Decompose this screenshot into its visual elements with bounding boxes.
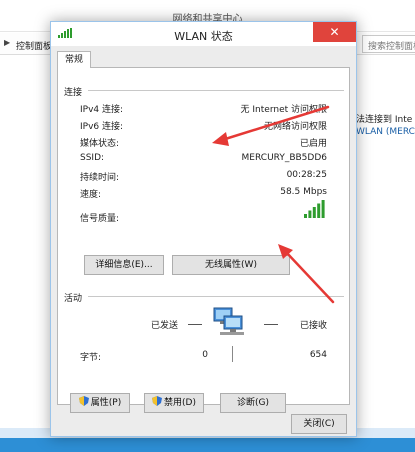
signal-bar bbox=[312, 207, 316, 218]
ssid-value: MERCURY_BB5DD6 bbox=[241, 153, 327, 163]
ssid-label: SSID: bbox=[80, 153, 105, 163]
disable-button-label: 禁用(D) bbox=[164, 398, 196, 408]
general-tab-panel: 连接 IPv4 连接: 无 Internet 访问权限 IPv6 连接: 无网络… bbox=[57, 67, 350, 413]
disable-button[interactable]: 禁用(D) bbox=[144, 393, 204, 413]
properties-button-label: 属性(P) bbox=[90, 398, 122, 408]
background-wlan-link[interactable]: WLAN (MERCU bbox=[356, 127, 415, 137]
speed-label: 速度: bbox=[80, 190, 102, 200]
bytes-received-value: 654 bbox=[309, 350, 327, 360]
signal-bar bbox=[308, 210, 312, 218]
activity-section-label: 活动 bbox=[64, 294, 83, 304]
ipv4-label: IPv4 连接: bbox=[80, 105, 124, 115]
sent-label: 已发送 bbox=[151, 321, 179, 331]
ipv4-value: 无 Internet 访问权限 bbox=[240, 105, 327, 115]
bytes-label: 字节: bbox=[80, 353, 102, 363]
diagnose-button[interactable]: 诊断(G) bbox=[220, 393, 286, 413]
received-dash bbox=[264, 324, 278, 325]
signal-bar bbox=[321, 200, 325, 218]
properties-button[interactable]: 属性(P) bbox=[70, 393, 130, 413]
background-status-text: 法连接到 Inte bbox=[356, 115, 413, 125]
duration-label: 持续时间: bbox=[80, 173, 120, 183]
background-search-input[interactable]: 搜索控制面板 bbox=[362, 35, 415, 53]
received-label: 已接收 bbox=[300, 321, 328, 331]
signal-strength-icon bbox=[304, 200, 325, 218]
wireless-properties-button[interactable]: 无线属性(W) bbox=[172, 255, 290, 275]
dialog-titlebar[interactable]: WLAN 状态 ✕ bbox=[51, 22, 356, 46]
duration-value: 00:28:25 bbox=[286, 170, 327, 180]
wlan-status-dialog: WLAN 状态 ✕ 常规 连接 IPv4 连接: 无 Internet 访问权限… bbox=[50, 21, 357, 437]
ipv6-value: 无网络访问权限 bbox=[263, 122, 327, 132]
media-state-label: 媒体状态: bbox=[80, 139, 120, 149]
signal-bar bbox=[304, 214, 307, 218]
shield-icon bbox=[152, 396, 163, 406]
connection-section-label: 连接 bbox=[64, 88, 83, 98]
ipv6-label: IPv6 连接: bbox=[80, 122, 124, 132]
background-nav-arrow-icon[interactable]: ▶ bbox=[4, 38, 10, 47]
bytes-divider bbox=[232, 346, 233, 362]
close-icon[interactable]: ✕ bbox=[313, 22, 356, 42]
sent-dash bbox=[188, 324, 202, 325]
dialog-title: WLAN 状态 bbox=[174, 30, 233, 43]
shield-icon bbox=[78, 396, 89, 406]
speed-value: 58.5 Mbps bbox=[280, 187, 327, 197]
activity-divider bbox=[88, 296, 344, 297]
tab-general[interactable]: 常规 bbox=[57, 51, 91, 68]
media-state-value: 已启用 bbox=[299, 139, 327, 149]
signal-bar bbox=[317, 203, 321, 218]
connection-divider bbox=[88, 90, 344, 91]
close-button[interactable]: 关闭(C) bbox=[291, 414, 347, 434]
taskbar bbox=[0, 438, 415, 452]
bytes-sent-value: 0 bbox=[202, 350, 208, 360]
signal-quality-label: 信号质量: bbox=[80, 214, 120, 224]
network-computers-icon bbox=[213, 307, 244, 335]
details-button[interactable]: 详细信息(E)... bbox=[84, 255, 164, 275]
background-breadcrumb[interactable]: 控制面板 bbox=[16, 39, 52, 52]
